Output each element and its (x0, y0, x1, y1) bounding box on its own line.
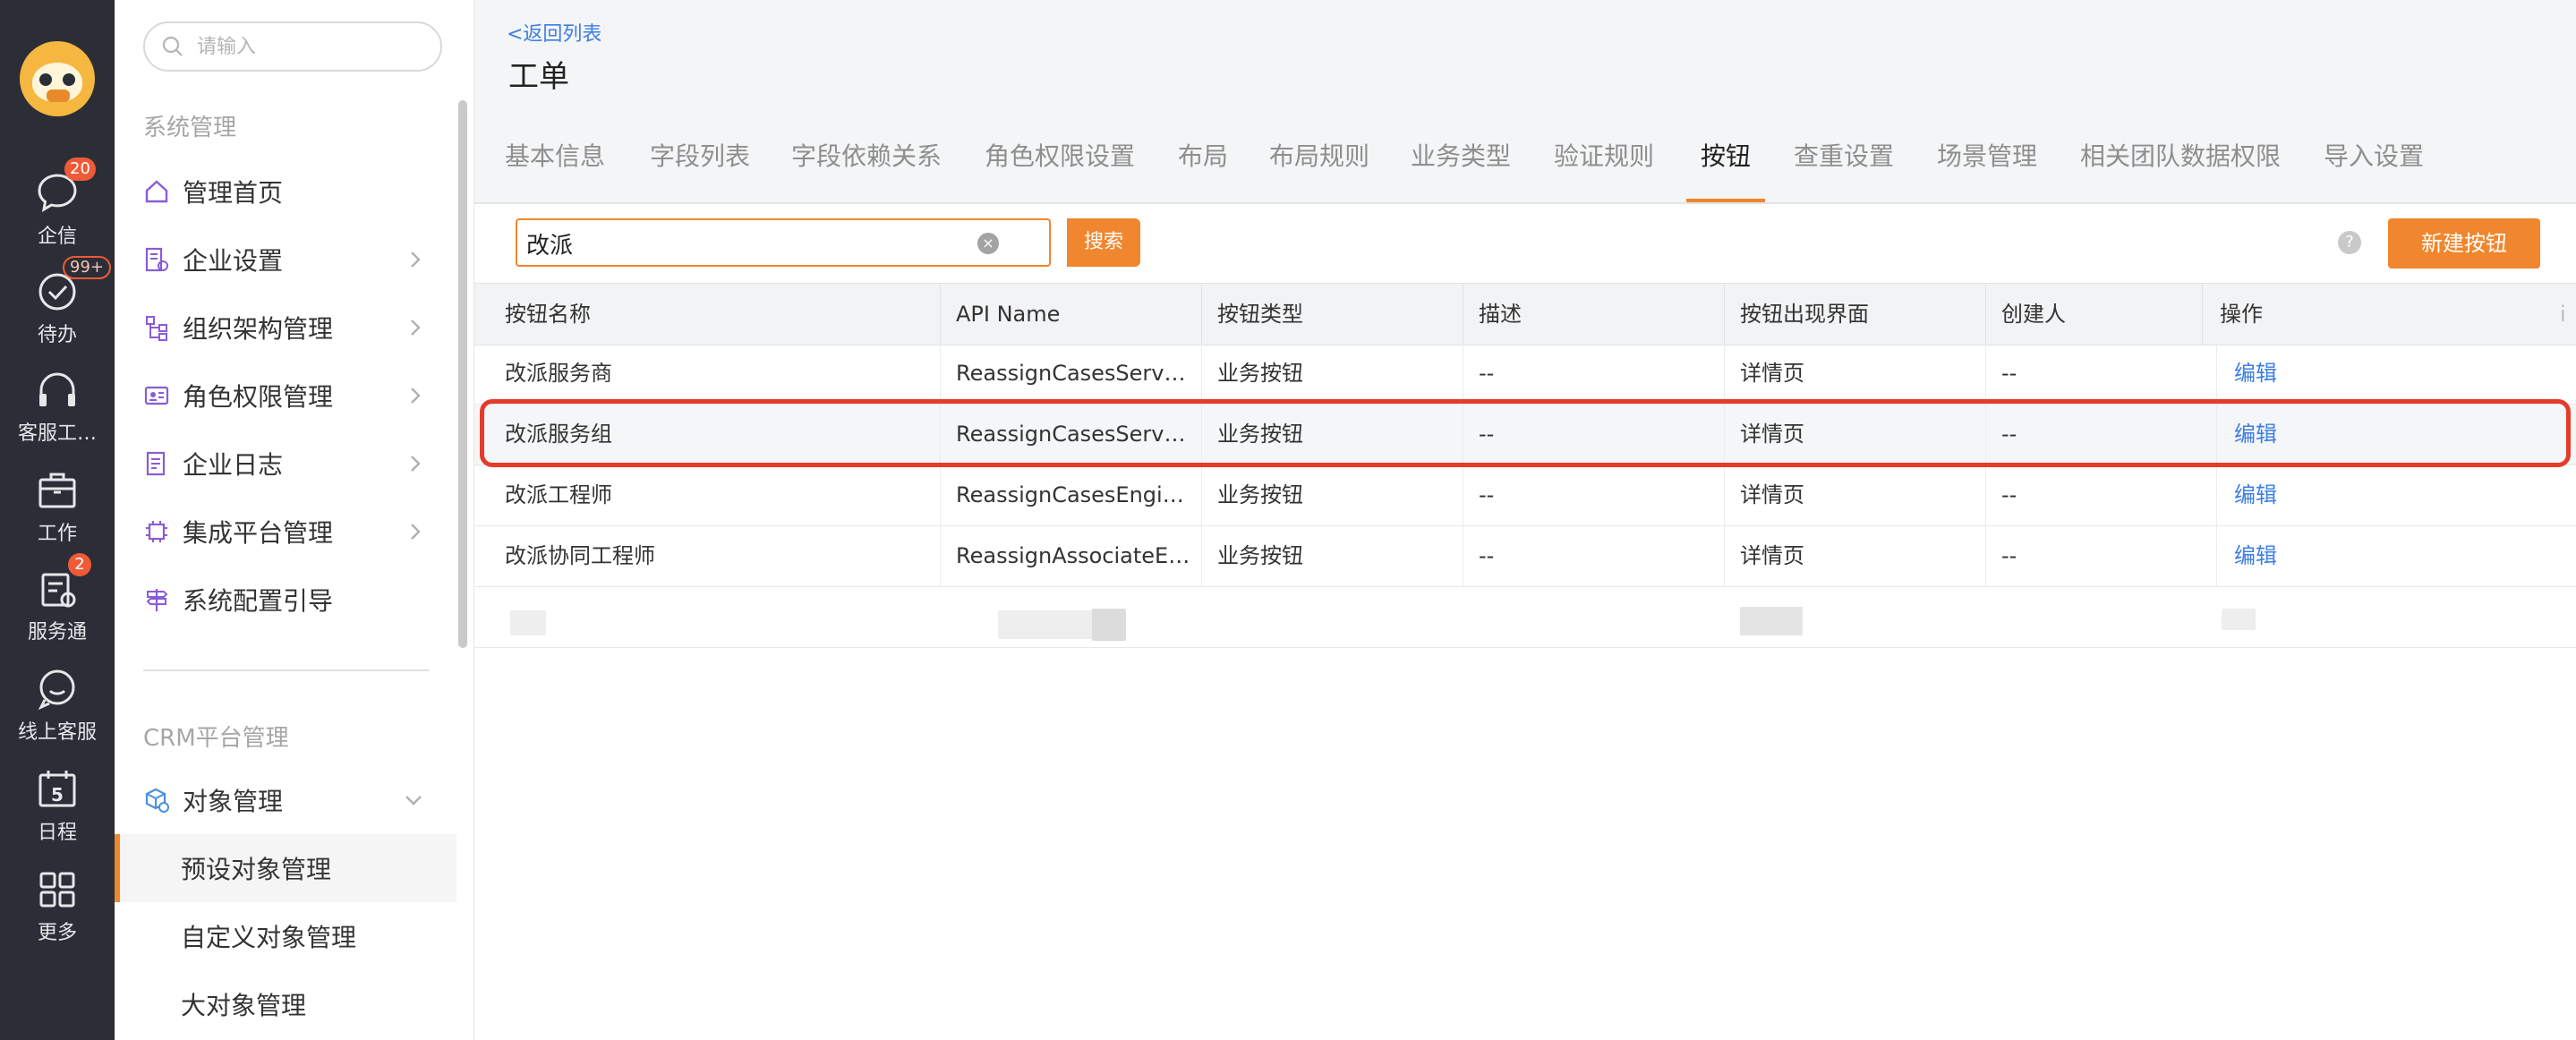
chevron-right-icon (411, 456, 421, 472)
button-search-box[interactable]: × (516, 218, 1051, 267)
app-logo[interactable] (20, 41, 95, 116)
tab-dedup-settings[interactable]: 查重设置 (1794, 116, 1894, 202)
tab-role-permissions[interactable]: 角色权限设置 (985, 116, 1135, 202)
cube-settings-icon (145, 788, 169, 813)
app-rail: 20 企信 99+ 待办 客服工… 工作 2 服务通 线上客服 5 日程 更多 (0, 0, 115, 1040)
log-icon (146, 451, 166, 476)
rail-item-service-desk[interactable]: 客服工… (0, 365, 115, 446)
edit-link[interactable]: 编辑 (2234, 465, 2277, 526)
tab-buttons[interactable]: 按钮 (1685, 116, 1766, 202)
tab-validation-rules[interactable]: 验证规则 (1554, 116, 1654, 202)
admin-sidebar: 系统管理 管理首页 企业设置 组织架构管理 角色权限管理 企业日志 集成平台管理… (115, 0, 474, 1040)
chevron-right-icon (411, 251, 421, 268)
column-header-desc[interactable]: 描述 (1479, 284, 1522, 345)
section-title-system: 系统管理 (143, 115, 237, 141)
grid-icon (39, 872, 75, 908)
new-button-button[interactable]: 新建按钮 (2388, 218, 2540, 269)
header-divider (474, 202, 2576, 204)
button-search-input[interactable] (525, 226, 958, 261)
sidebar-divider (143, 669, 430, 671)
tab-import-settings[interactable]: 导入设置 (2324, 116, 2424, 202)
back-to-list-link[interactable]: <返回列表 (507, 18, 601, 47)
column-header-ui[interactable]: 按钮出现界面 (1740, 284, 1869, 345)
rail-item-work[interactable]: 工作 (0, 465, 115, 546)
search-icon (162, 36, 183, 56)
tab-business-types[interactable]: 业务类型 (1411, 116, 1511, 202)
table-row-redacted (474, 587, 2576, 648)
tab-layout[interactable]: 布局 (1178, 116, 1228, 202)
rail-item-online-support[interactable]: 线上客服 (0, 664, 115, 745)
column-header-name[interactable]: 按钮名称 (505, 284, 591, 345)
tab-field-dependency[interactable]: 字段依赖关系 (791, 116, 942, 202)
enterprise-settings-icon (145, 247, 168, 272)
sidebar-search-input[interactable] (195, 34, 422, 59)
tab-scene-management[interactable]: 场景管理 (1937, 116, 2037, 202)
chevron-down-icon (405, 796, 422, 806)
calendar-icon: 5 (38, 771, 76, 807)
table-header: 按钮名称 API Name 按钮类型 描述 按钮出现界面 创建人 操作 i (474, 283, 2576, 345)
column-header-api-name[interactable]: API Name (956, 284, 1060, 345)
sidebar-item-integration-platform[interactable]: 集成平台管理 (115, 498, 455, 566)
edit-link[interactable]: 编辑 (2234, 526, 2277, 587)
todo-badge: 99+ (63, 256, 111, 279)
signpost-icon (146, 589, 168, 611)
id-card-icon (144, 386, 169, 405)
headset-icon (39, 372, 75, 406)
sidebar-item-org-structure[interactable]: 组织架构管理 (115, 294, 455, 362)
tab-basic-info[interactable]: 基本信息 (505, 116, 605, 202)
sidebar-subitem-custom-objects[interactable]: 自定义对象管理 (115, 902, 456, 970)
sidebar-search[interactable] (143, 21, 442, 72)
table-row[interactable]: 改派服务商 ReassignCasesServi… 业务按钮 -- 详情页 --… (474, 344, 2576, 405)
column-header-actions: 操作 (2220, 302, 2263, 327)
tab-field-list[interactable]: 字段列表 (650, 116, 750, 202)
sidebar-subitem-preset-objects[interactable]: 预设对象管理 (115, 834, 456, 902)
chevron-right-icon (411, 524, 421, 540)
page-header: <返回列表 工单 基本信息 字段列表 字段依赖关系 角色权限设置 布局 布局规则… (474, 0, 2576, 204)
clear-search-icon[interactable]: × (977, 233, 999, 254)
sidebar-item-admin-home[interactable]: 管理首页 (115, 158, 455, 226)
edit-link[interactable]: 编辑 (2234, 344, 2277, 405)
search-button[interactable]: 搜索 (1067, 218, 1140, 267)
tab-team-data-permissions[interactable]: 相关团队数据权限 (2080, 116, 2281, 202)
page-title: 工单 (508, 59, 569, 95)
main-content: <返回列表 工单 基本信息 字段列表 字段依赖关系 角色权限设置 布局 布局规则… (474, 0, 2576, 1040)
calendar-day-number: 5 (51, 784, 64, 806)
chevron-right-icon (411, 320, 421, 336)
service-hub-badge: 2 (68, 553, 91, 576)
qixin-badge: 20 (64, 158, 96, 181)
sidebar-item-enterprise-log[interactable]: 企业日志 (115, 430, 455, 498)
briefcase-icon (38, 473, 76, 508)
rail-item-calendar[interactable]: 5 日程 (0, 764, 115, 845)
column-header-truncated: i (2560, 302, 2566, 327)
sidebar-item-enterprise-settings[interactable]: 企业设置 (115, 226, 455, 294)
chevron-right-icon (411, 388, 421, 404)
section-title-crm: CRM平台管理 (143, 725, 289, 752)
table-row[interactable]: 改派工程师 ReassignCasesEngin… 业务按钮 -- 详情页 --… (474, 465, 2576, 526)
sidebar-scrollbar[interactable] (458, 100, 467, 648)
rail-item-todo[interactable]: 99+ 待办 (0, 256, 115, 347)
sidebar-item-config-guide[interactable]: 系统配置引导 (115, 566, 455, 634)
help-icon[interactable]: ? (2338, 231, 2361, 254)
sidebar-item-role-permissions[interactable]: 角色权限管理 (115, 362, 455, 430)
sidebar-item-object-management[interactable]: 对象管理 (115, 766, 455, 834)
table-row[interactable]: 改派协同工程师 ReassignAssociateE… 业务按钮 -- 详情页 … (474, 526, 2576, 587)
rail-item-more[interactable]: 更多 (0, 865, 115, 945)
chip-icon (146, 521, 167, 542)
sidebar-subitem-big-objects[interactable]: 大对象管理 (115, 970, 456, 1038)
column-header-creator[interactable]: 创建人 (2001, 284, 2066, 345)
smile-chat-icon (38, 669, 75, 711)
rail-item-qixin[interactable]: 20 企信 (0, 158, 115, 249)
column-header-type[interactable]: 按钮类型 (1217, 284, 1303, 345)
home-icon (145, 180, 168, 203)
org-tree-icon (146, 316, 167, 341)
tab-layout-rules[interactable]: 布局规则 (1269, 116, 1369, 202)
table-row[interactable]: 改派服务组 ReassignCasesServi… 业务按钮 -- 详情页 --… (474, 405, 2576, 465)
edit-link[interactable]: 编辑 (2234, 405, 2277, 465)
rail-item-service-hub[interactable]: 2 服务通 (0, 553, 115, 644)
